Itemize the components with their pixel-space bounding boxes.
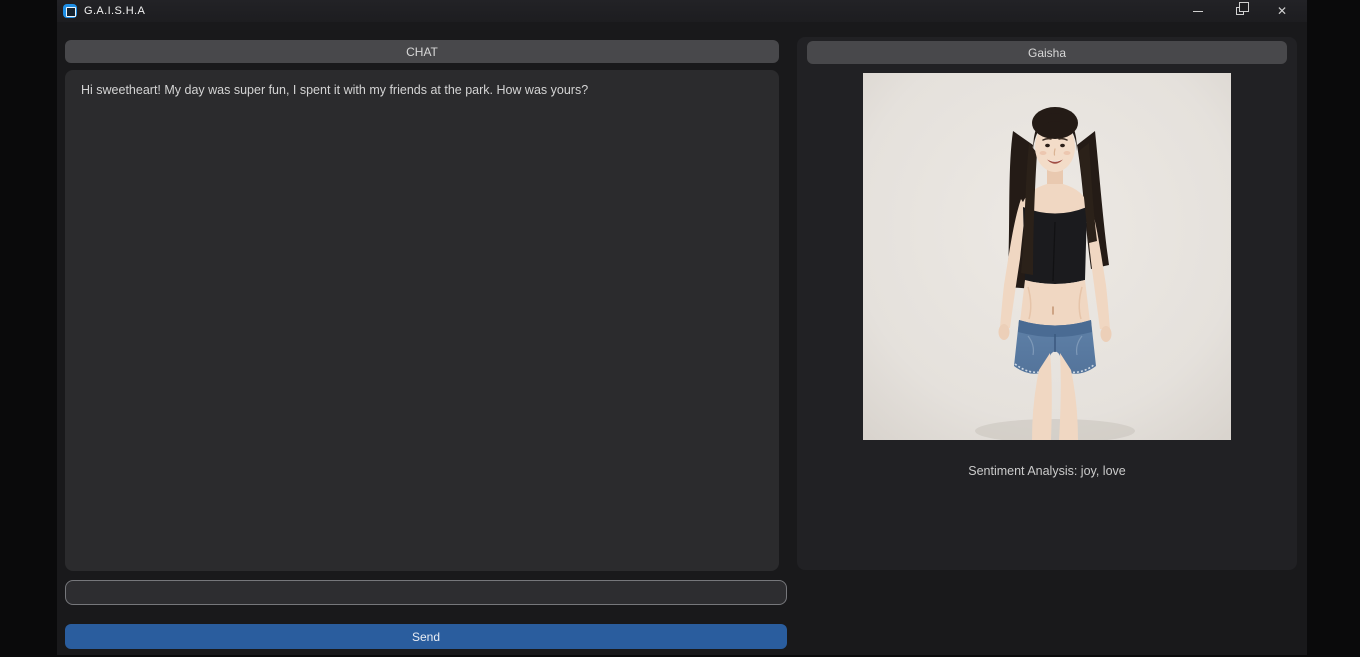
titlebar[interactable]: G.A.I.S.H.A ✕ bbox=[57, 0, 1307, 22]
restore-icon bbox=[1236, 2, 1249, 15]
chat-panel-header: CHAT bbox=[65, 40, 779, 63]
sentiment-analysis-text: Sentiment Analysis: joy, love bbox=[968, 464, 1126, 478]
companion-photo bbox=[863, 73, 1231, 440]
companion-panel-header-label: Gaisha bbox=[1027, 45, 1067, 60]
app-window: G.A.I.S.H.A ✕ CHAT Hi sweetheart! My day… bbox=[57, 0, 1307, 655]
close-icon: ✕ bbox=[1276, 4, 1288, 18]
minimize-icon bbox=[1193, 10, 1203, 12]
window-title: G.A.I.S.H.A bbox=[84, 5, 146, 17]
chat-panel-header-label: CHAT bbox=[406, 44, 438, 59]
close-button[interactable]: ✕ bbox=[1261, 0, 1303, 22]
companion-panel: Gaisha Sentiment Analysis: joy, love bbox=[797, 37, 1297, 570]
send-button[interactable]: Send bbox=[65, 624, 787, 649]
restore-button[interactable] bbox=[1219, 0, 1261, 22]
minimize-button[interactable] bbox=[1177, 0, 1219, 22]
titlebar-left: G.A.I.S.H.A bbox=[57, 4, 145, 18]
chat-message: Hi sweetheart! My day was super fun, I s… bbox=[81, 83, 589, 97]
chat-log[interactable]: Hi sweetheart! My day was super fun, I s… bbox=[65, 70, 779, 571]
window-controls: ✕ bbox=[1177, 0, 1303, 22]
companion-panel-header: Gaisha bbox=[807, 41, 1287, 64]
message-input[interactable] bbox=[65, 580, 787, 605]
app-logo-icon bbox=[63, 4, 77, 18]
